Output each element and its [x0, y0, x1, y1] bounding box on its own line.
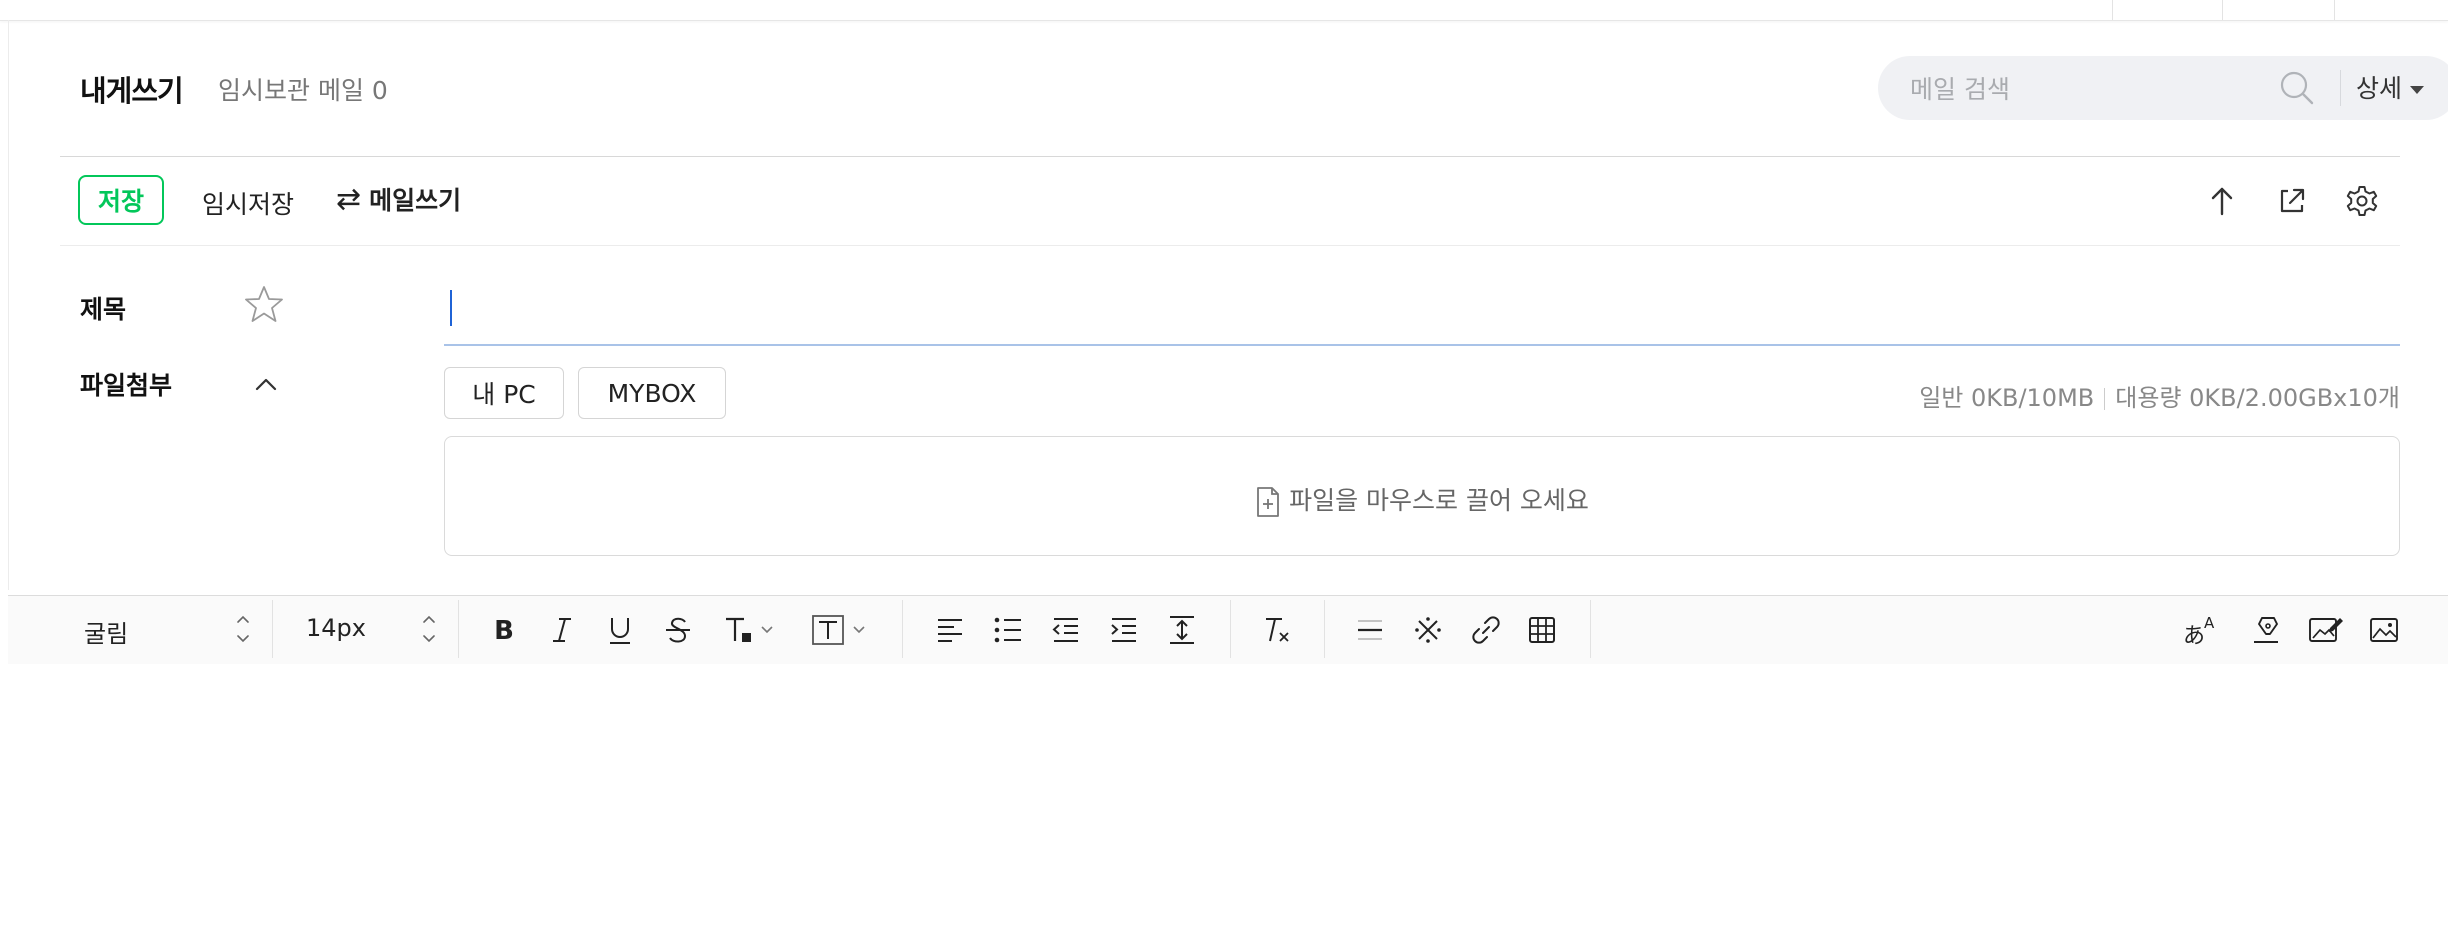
drafts-count[interactable]: 임시보관 메일 0 — [218, 71, 388, 107]
attachment-quota: 일반 0KB/10MB 대용량 0KB/2.00GBx10개 — [1919, 378, 2400, 413]
text-color-icon[interactable] — [720, 612, 782, 648]
top-divider — [2334, 0, 2335, 20]
editor-content-area[interactable] — [8, 664, 2448, 942]
popout-icon[interactable] — [2274, 183, 2310, 219]
font-size-stepper-icon[interactable] — [420, 608, 438, 650]
toolbar-separator — [272, 600, 273, 658]
italic-icon[interactable] — [544, 612, 580, 648]
attach-label: 파일첨부 — [80, 371, 173, 400]
underline-icon[interactable] — [602, 612, 638, 648]
quota-divider — [2104, 388, 2106, 410]
left-rule — [8, 20, 9, 590]
special-char-icon[interactable] — [1410, 612, 1446, 648]
align-left-icon[interactable] — [932, 612, 968, 648]
subject-input[interactable] — [448, 284, 2392, 340]
toolbar-separator — [902, 600, 903, 658]
save-button[interactable]: 저장 — [78, 175, 164, 225]
file-add-icon — [1257, 487, 1279, 517]
signature-icon[interactable] — [2248, 612, 2284, 648]
line-height-icon[interactable] — [1164, 612, 1200, 648]
top-divider — [2222, 0, 2223, 20]
file-dropzone[interactable]: 파일을 마우스로 끌어 오세요 — [444, 436, 2400, 556]
dropzone-label: 파일을 마우스로 끌어 오세요 — [1289, 486, 1589, 515]
compose-toolbar: 저장 임시저장 ⇄ 메일쓰기 — [60, 157, 2400, 246]
bold-icon[interactable]: B — [486, 612, 522, 648]
toolbar-separator — [458, 600, 459, 658]
table-icon[interactable] — [1524, 612, 1560, 648]
page-title: 내게쓰기 — [80, 74, 184, 108]
strikethrough-icon[interactable] — [660, 612, 696, 648]
outdent-icon[interactable] — [1048, 612, 1084, 648]
switch-write-mail-button[interactable]: ⇄ 메일쓰기 — [336, 181, 461, 217]
indent-icon[interactable] — [1106, 612, 1142, 648]
write-mail-label: 메일쓰기 — [369, 186, 462, 215]
settings-icon[interactable] — [2344, 183, 2380, 219]
bullet-list-icon[interactable] — [990, 612, 1026, 648]
font-family-select[interactable]: 굴림 — [84, 614, 128, 649]
image-icon[interactable] — [2366, 612, 2402, 648]
my-pc-button[interactable]: 내 PC — [444, 367, 564, 419]
arrow-up-icon[interactable] — [2204, 183, 2240, 219]
mail-search-box: 상세 — [1878, 56, 2448, 120]
text-cursor — [450, 290, 452, 326]
svg-text:A: A — [2204, 614, 2215, 632]
font-family-stepper-icon[interactable] — [234, 608, 252, 650]
quota-large: 대용량 0KB/2.00GBx10개 — [2115, 384, 2400, 412]
search-divider — [2340, 70, 2341, 106]
search-input[interactable] — [1908, 68, 2242, 110]
quota-general: 일반 0KB/10MB — [1919, 384, 2095, 412]
subject-field — [444, 280, 2400, 346]
clear-format-icon[interactable] — [1258, 612, 1294, 648]
editor-toolbar: 굴림 14px B あ A — [8, 595, 2448, 665]
chevron-up-icon[interactable] — [252, 370, 280, 398]
caret-down-icon — [2410, 86, 2425, 94]
dropzone-text: 파일을 마우스로 끌어 오세요 — [445, 481, 2399, 518]
text-background-icon[interactable] — [808, 612, 874, 648]
temp-save-button[interactable]: 임시저장 — [202, 185, 294, 221]
toolbar-separator — [1324, 600, 1325, 658]
toolbar-separator — [1230, 600, 1231, 658]
top-divider — [2112, 0, 2113, 20]
image-edit-icon[interactable] — [2306, 612, 2346, 648]
mybox-button[interactable]: MYBOX — [578, 367, 726, 419]
detail-label: 상세 — [2356, 74, 2403, 103]
font-size-select[interactable]: 14px — [306, 614, 366, 642]
translate-icon[interactable]: あ A — [2180, 612, 2220, 648]
top-strip — [0, 0, 2448, 21]
compose-header: 내게쓰기 임시보관 메일 0 상세 — [80, 56, 2448, 120]
svg-text:あ: あ — [2183, 624, 2205, 648]
detail-search-button[interactable]: 상세 — [2356, 69, 2425, 105]
toolbar-separator — [1590, 600, 1591, 658]
swap-arrows-icon: ⇄ — [336, 181, 362, 217]
search-icon[interactable] — [2278, 69, 2316, 107]
horizontal-rule-icon[interactable] — [1352, 612, 1388, 648]
svg-text:B: B — [494, 616, 514, 646]
subject-label: 제목 — [80, 295, 127, 324]
link-icon[interactable] — [1468, 612, 1504, 648]
star-icon[interactable] — [244, 284, 284, 324]
